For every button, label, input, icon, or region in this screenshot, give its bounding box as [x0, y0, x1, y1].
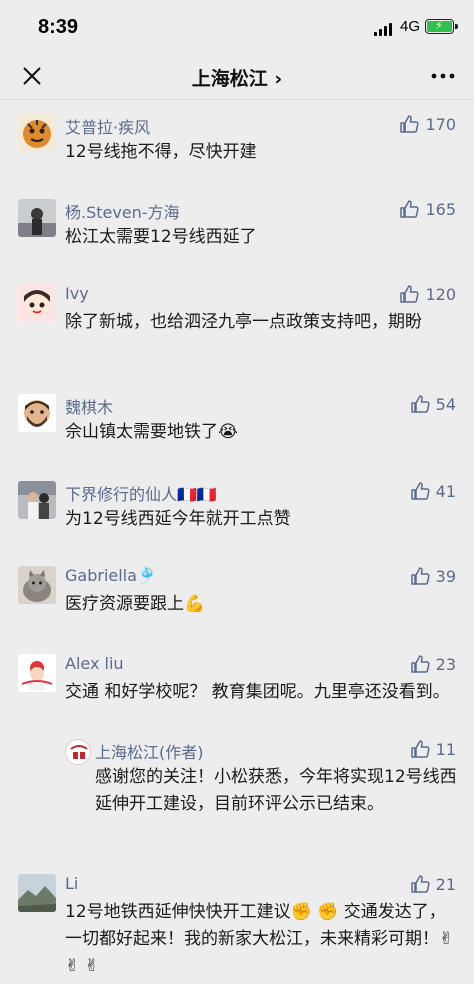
comment-text: 12号线拖不得，尽快开建	[65, 142, 257, 162]
like-button[interactable]: 11	[410, 737, 456, 761]
more-icon[interactable]	[430, 66, 456, 86]
like-button[interactable]: 165	[399, 197, 456, 221]
comment-text: 佘山镇太需要地铁了😭	[65, 422, 238, 442]
thumbs-up-icon	[400, 200, 420, 218]
avatar[interactable]	[65, 739, 91, 765]
comment-text: 医疗资源要跟上💪	[65, 594, 206, 614]
like-count: 170	[425, 114, 456, 134]
comment-text: 松江太需要12号线西延了	[65, 227, 257, 247]
commenter-name[interactable]: Li	[65, 874, 78, 893]
thumbs-up-icon	[410, 395, 430, 413]
thumbs-up-icon	[410, 482, 430, 500]
commenter-name[interactable]: Alex liu	[65, 654, 124, 673]
avatar[interactable]	[18, 481, 56, 519]
comment-text: 交通 和好学校呢？ 教育集团呢。九里亭还没看到。	[65, 682, 450, 702]
like-count: 39	[435, 566, 456, 586]
thumbs-up-icon	[410, 740, 430, 758]
author-name[interactable]: 上海松江(作者)	[95, 739, 204, 763]
commenter-name[interactable]: 魏棋木	[65, 394, 113, 418]
status-bar: 8:39 4G ⚡	[0, 0, 474, 52]
network-type: 4G	[400, 18, 421, 35]
avatar[interactable]	[18, 874, 56, 912]
avatar[interactable]	[18, 566, 56, 604]
avatar[interactable]	[18, 284, 56, 322]
avatar[interactable]	[18, 114, 56, 152]
like-button[interactable]: 120	[399, 282, 456, 306]
comment-text: 12号地铁西延伸快快开工建议✊ ✊ 交通发达了，一切都好起来！我的新家大松江，未…	[65, 902, 454, 976]
like-count: 11	[435, 739, 456, 759]
thumbs-up-icon	[410, 655, 430, 673]
nav-bar: 上海松江 ›	[0, 52, 474, 100]
commenter-name[interactable]: 艾普拉·疾风	[65, 114, 150, 138]
like-button[interactable]: 39	[410, 564, 456, 588]
avatar[interactable]	[18, 394, 56, 432]
comment-text: 除了新城，也给泗泾九亭一点政策支持吧，期盼	[65, 312, 422, 332]
comment-text: 为12号线西延今年就开工点赞	[65, 509, 291, 529]
avatar[interactable]	[18, 654, 56, 692]
like-count: 23	[435, 654, 456, 674]
thumbs-up-icon	[410, 875, 430, 893]
like-count: 41	[435, 481, 456, 501]
reply-text: 感谢您的关注！小松获悉，今年将实现12号线西延伸开工建设，目前环评公示已结束。	[95, 767, 457, 814]
like-button[interactable]: 54	[410, 392, 456, 416]
like-button[interactable]: 23	[410, 652, 456, 676]
like-count: 54	[435, 394, 456, 414]
like-count: 21	[435, 874, 456, 894]
commenter-name[interactable]: Ivy	[65, 284, 89, 303]
avatar[interactable]	[18, 199, 56, 237]
like-count: 120	[425, 284, 456, 304]
thumbs-up-icon	[400, 115, 420, 133]
commenter-name[interactable]: 杨.Steven-方海	[65, 199, 180, 223]
commenter-name[interactable]: 下界修行的仙人🇫🇷🇫🇷	[65, 481, 217, 505]
thumbs-up-icon	[410, 567, 430, 585]
signal-icon	[374, 22, 394, 36]
like-button[interactable]: 21	[410, 872, 456, 896]
page-title[interactable]: 上海松江 ›	[0, 64, 474, 91]
battery-icon: ⚡	[425, 19, 458, 34]
like-button[interactable]: 41	[410, 479, 456, 503]
thumbs-up-icon	[400, 285, 420, 303]
like-button[interactable]: 170	[399, 112, 456, 136]
like-count: 165	[425, 199, 456, 219]
status-time: 8:39	[38, 16, 79, 38]
commenter-name[interactable]: Gabriella🎐	[65, 566, 157, 585]
